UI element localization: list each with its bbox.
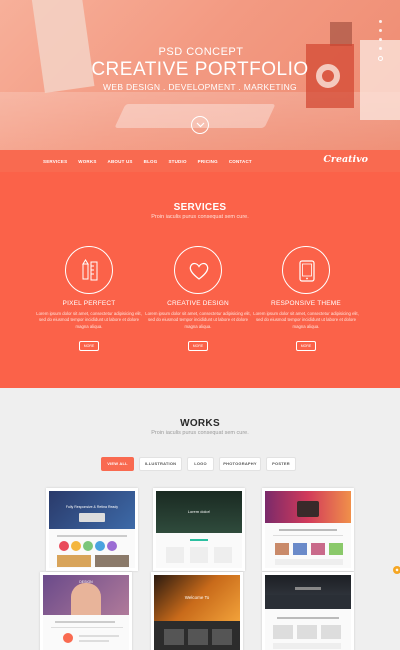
slider-dot[interactable] bbox=[379, 20, 382, 23]
brand-logo[interactable]: Creativo bbox=[323, 154, 368, 165]
hero-subtitle: PSD CONCEPT bbox=[158, 46, 244, 58]
slider-dot[interactable] bbox=[379, 29, 382, 32]
nav-item-blog[interactable]: BLOG bbox=[144, 159, 158, 164]
filter-poster[interactable]: POSTER bbox=[266, 457, 296, 471]
hero-tagline: WEB DESIGN . DEVELOPMENT . MARKETING bbox=[103, 82, 297, 92]
service-description: Lorem ipsum dolor sit amet, consectetur … bbox=[36, 311, 142, 329]
portfolio-thumbnail[interactable]: Welcome To bbox=[151, 572, 243, 650]
filter-photography[interactable]: PHOTOGRAPHY bbox=[219, 457, 261, 471]
scroll-down-button[interactable] bbox=[191, 116, 209, 134]
nav-item-services[interactable]: SERVICES bbox=[43, 159, 67, 164]
nav-item-about-us[interactable]: ABOUT US bbox=[108, 159, 133, 164]
works-title: WORKS bbox=[180, 418, 220, 429]
service-card: CREATIVE DESIGN Lorem ipsum dolor sit am… bbox=[143, 246, 253, 352]
services-subtitle: Proin iaculis purus consequat sem cure. bbox=[151, 214, 249, 220]
hero-title: CREATIVE PORTFOLIO bbox=[91, 59, 309, 80]
portfolio-thumbnail[interactable] bbox=[262, 572, 354, 650]
thumbnail-image: Fully Responsive & Retina Ready bbox=[49, 491, 135, 568]
service-title: CREATIVE DESIGN bbox=[167, 300, 229, 307]
portfolio-thumbnail[interactable]: Fully Responsive & Retina Ready bbox=[46, 488, 138, 571]
slider-dot-active[interactable] bbox=[378, 56, 383, 61]
service-title: RESPONSIVE THEME bbox=[271, 300, 341, 307]
more-button[interactable]: MORE bbox=[296, 341, 316, 352]
service-description: Lorem ipsum dolor sit amet, consectetur … bbox=[253, 311, 359, 329]
thumbnail-caption: Lorem dolor! bbox=[187, 509, 211, 514]
notification-badge-icon[interactable]: ◆ bbox=[393, 566, 400, 574]
slider-dot[interactable] bbox=[379, 47, 382, 50]
slider-dots bbox=[378, 20, 384, 67]
service-card: PIXEL PERFECT Lorem ipsum dolor sit amet… bbox=[34, 246, 144, 352]
heart-icon bbox=[189, 262, 209, 280]
portfolio-thumbnail[interactable] bbox=[262, 488, 354, 571]
nav-item-works[interactable]: WORKS bbox=[78, 159, 96, 164]
main-nav: SERVICES WORKS ABOUT US BLOG STUDIO PRIC… bbox=[0, 150, 400, 172]
portfolio-thumbnail[interactable]: Lorem dolor! bbox=[153, 488, 245, 571]
nav-item-pricing[interactable]: PRICING bbox=[198, 159, 218, 164]
thumbnail-image bbox=[265, 491, 351, 568]
tablet-icon bbox=[299, 260, 315, 282]
hero-photo-calendar-top bbox=[330, 22, 352, 46]
thumbnail-image: DESIGN bbox=[43, 575, 129, 650]
nav-menu: SERVICES WORKS ABOUT US BLOG STUDIO PRIC… bbox=[43, 150, 263, 172]
portfolio-filters: VIEW ALL ILLUSTRATION LOGO PHOTOGRAPHY P… bbox=[0, 457, 400, 471]
thumbnail-caption: DESIGN bbox=[79, 580, 93, 584]
chevron-down-icon bbox=[196, 122, 205, 128]
thumbnail-caption: Fully Responsive & Retina Ready bbox=[65, 505, 119, 509]
hero-text: PSD CONCEPT CREATIVE PORTFOLIO WEB DESIG… bbox=[0, 46, 400, 92]
service-description: Lorem ipsum dolor sit amet, consectetur … bbox=[145, 311, 251, 329]
works-subtitle: Proin iaculis purus consequat sem cure. bbox=[151, 430, 249, 436]
services-title: SERVICES bbox=[173, 202, 227, 213]
service-icon-circle bbox=[282, 246, 330, 294]
service-card: RESPONSIVE THEME Lorem ipsum dolor sit a… bbox=[251, 246, 361, 352]
works-section: WORKS Proin iaculis purus consequat sem … bbox=[0, 388, 400, 650]
thumbnail-caption: Welcome To bbox=[184, 595, 210, 600]
slider-dot[interactable] bbox=[379, 38, 382, 41]
service-title: PIXEL PERFECT bbox=[62, 300, 116, 307]
service-icon-circle bbox=[174, 246, 222, 294]
hero-banner: PSD CONCEPT CREATIVE PORTFOLIO WEB DESIG… bbox=[0, 0, 400, 150]
service-icon-circle bbox=[65, 246, 113, 294]
services-section: SERVICES Proin iaculis purus consequat s… bbox=[0, 172, 400, 388]
more-button[interactable]: MORE bbox=[188, 341, 208, 352]
thumbnail-image: Lorem dolor! bbox=[156, 491, 242, 568]
pencil-ruler-icon bbox=[82, 259, 98, 281]
filter-logo[interactable]: LOGO bbox=[187, 457, 214, 471]
portfolio-thumbnail[interactable]: DESIGN bbox=[40, 572, 132, 650]
nav-item-studio[interactable]: STUDIO bbox=[168, 159, 186, 164]
thumbnail-image bbox=[265, 575, 351, 650]
more-button[interactable]: MORE bbox=[79, 341, 99, 352]
filter-view-all[interactable]: VIEW ALL bbox=[101, 457, 134, 471]
filter-illustration[interactable]: ILLUSTRATION bbox=[139, 457, 182, 471]
thumbnail-image: Welcome To bbox=[154, 575, 240, 650]
nav-item-contact[interactable]: CONTACT bbox=[229, 159, 252, 164]
